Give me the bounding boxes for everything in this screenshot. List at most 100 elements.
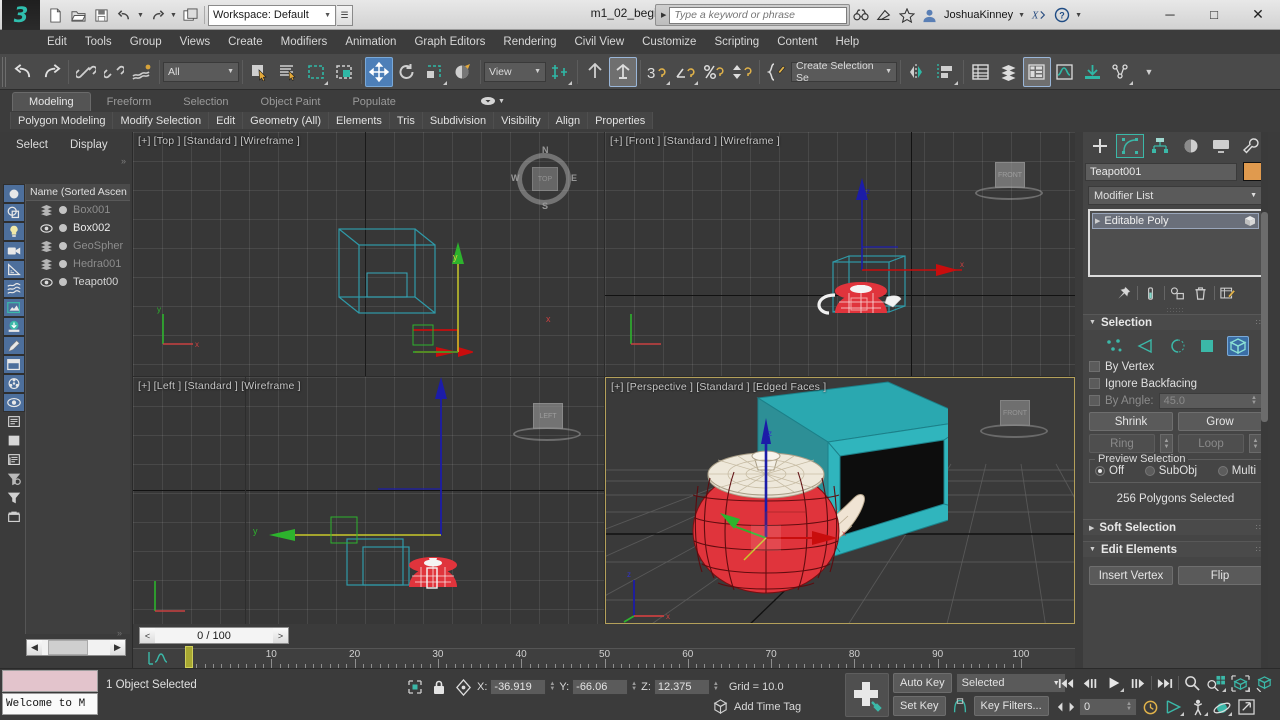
edge-level-button[interactable] xyxy=(1134,336,1156,356)
field-of-view-button[interactable] xyxy=(1163,697,1185,717)
view-navigation-cube-top[interactable]: TOP N S W E xyxy=(511,145,577,211)
redo-button[interactable] xyxy=(146,4,168,26)
ribbon-tab-populate[interactable]: Populate xyxy=(336,93,411,111)
toolbar-overflow-button[interactable]: ▼ xyxy=(1135,57,1163,87)
display-tab[interactable] xyxy=(1207,134,1235,158)
grow-button[interactable]: Grow xyxy=(1178,412,1262,431)
filter-bones-icon[interactable] xyxy=(3,336,25,355)
user-avatar-icon[interactable] xyxy=(919,5,940,26)
rollout-header-soft-selection[interactable]: ▶ Soft Selection :: xyxy=(1083,519,1268,535)
make-unique-icon[interactable] xyxy=(1168,283,1188,303)
spinner-arrows-icon[interactable]: ▲ ▼ xyxy=(713,681,719,692)
workspace-selector[interactable]: Workspace: Default ▼ xyxy=(208,4,336,26)
reference-coordinate-combo[interactable]: View ▼ xyxy=(484,61,546,82)
workspace-menu-button[interactable]: ☰ xyxy=(337,4,353,26)
blank-tool-icon[interactable] xyxy=(3,431,25,450)
menu-item-content[interactable]: Content xyxy=(768,33,826,51)
help-icon[interactable]: ? xyxy=(1051,5,1072,26)
key-step-arrows[interactable] xyxy=(1055,697,1077,717)
layers-icon[interactable] xyxy=(40,258,53,270)
ignore-backfacing-checkbox[interactable] xyxy=(1089,378,1100,389)
shrink-button[interactable]: Shrink xyxy=(1089,412,1173,431)
orbit-button[interactable] xyxy=(1211,697,1233,717)
ribbon-tab-object-paint[interactable]: Object Paint xyxy=(245,93,337,111)
toggle-ribbon-button[interactable] xyxy=(1023,56,1051,87)
menu-item-civil-view[interactable]: Civil View xyxy=(565,33,633,51)
ribbon-tab-selection[interactable]: Selection xyxy=(167,93,244,111)
select-and-rotate-button[interactable] xyxy=(393,57,421,87)
menu-item-scripting[interactable]: Scripting xyxy=(705,33,768,51)
walk-through-button[interactable] xyxy=(1187,697,1209,717)
scene-explorer-overflow-icon[interactable]: » xyxy=(121,156,126,166)
border-level-button[interactable] xyxy=(1165,336,1187,356)
viewport-label-perspective[interactable]: [+] [Perspective ] [Standard ] [Edged Fa… xyxy=(611,381,826,393)
ribbon-panel-polygon-modeling[interactable]: Polygon Modeling xyxy=(10,112,114,129)
help-menu-arrow-icon[interactable]: ▼ xyxy=(1074,4,1083,26)
spinner-arrows-icon[interactable]: ▲ ▼ xyxy=(1126,701,1132,712)
scene-explorer-row-box001[interactable]: Box001 xyxy=(26,201,130,219)
ribbon-panel-geometry-all[interactable]: Geometry (All) xyxy=(243,112,330,129)
play-animation-button[interactable] xyxy=(1103,673,1125,693)
menu-item-graph-editors[interactable]: Graph Editors xyxy=(405,33,494,51)
zoom-extents-button[interactable] xyxy=(1229,673,1251,693)
time-configuration-button[interactable] xyxy=(1139,697,1161,717)
menu-item-edit[interactable]: Edit xyxy=(38,33,76,51)
key-mode-filter-combo[interactable]: Selected ▼ xyxy=(955,673,1066,693)
binoculars-icon[interactable] xyxy=(850,5,871,26)
time-slider-handle[interactable] xyxy=(185,646,193,668)
coordinate-y-input[interactable]: -66.06 xyxy=(572,679,629,695)
search-expand-icon[interactable]: ▶ xyxy=(658,11,669,19)
viewport-label-front[interactable]: [+] [Front ] [Standard ] [Wireframe ] xyxy=(610,135,780,147)
menu-item-animation[interactable]: Animation xyxy=(336,33,405,51)
modifier-list-dropdown[interactable]: Modifier List ▼ xyxy=(1088,186,1263,205)
ribbon-panel-edit[interactable]: Edit xyxy=(209,112,244,129)
redo-dropdown-arrow-icon[interactable]: ▼ xyxy=(169,4,178,26)
ribbon-panel-elements[interactable]: Elements xyxy=(329,112,390,129)
previous-frame-button[interactable]: < xyxy=(140,628,155,643)
angle-snap-toggle-button[interactable] xyxy=(672,57,700,87)
viewport-label-top[interactable]: [+] [Top ] [Standard ] [Wireframe ] xyxy=(138,135,300,147)
object-name-input[interactable] xyxy=(1085,162,1237,181)
zoom-button[interactable] xyxy=(1181,673,1203,693)
save-file-button[interactable] xyxy=(90,4,112,26)
pin-stack-icon[interactable] xyxy=(1114,283,1134,303)
select-by-name-button[interactable] xyxy=(274,57,302,87)
menu-item-customize[interactable]: Customize xyxy=(633,33,705,51)
go-to-end-button[interactable] xyxy=(1154,673,1176,693)
spinner-snap-toggle-button[interactable] xyxy=(728,57,756,87)
move-gizmo-top[interactable] xyxy=(313,240,473,370)
preview-multi-radio[interactable]: Multi xyxy=(1217,465,1256,477)
redo-toolbar-button[interactable] xyxy=(37,57,65,87)
menu-item-views[interactable]: Views xyxy=(171,33,219,51)
filter-xrefs-icon[interactable] xyxy=(3,317,25,336)
insert-vertex-button[interactable]: Insert Vertex xyxy=(1089,566,1173,585)
by-vertex-checkbox-row[interactable]: By Vertex xyxy=(1089,358,1262,375)
create-tab[interactable] xyxy=(1086,134,1114,158)
ribbon-panel-tris[interactable]: Tris xyxy=(389,112,423,129)
display-menu[interactable]: Display xyxy=(70,139,108,151)
scene-explorer-column-header[interactable]: Name (Sorted Ascen xyxy=(26,184,130,201)
filter-cameras-icon[interactable] xyxy=(3,241,25,260)
command-panel-scrollbar[interactable] xyxy=(1261,132,1268,668)
ring-spinner[interactable]: ▲ ▼ xyxy=(1160,434,1173,453)
schematic-view-button[interactable] xyxy=(1079,57,1107,87)
scene-explorer-button[interactable] xyxy=(995,57,1023,87)
viewport-front[interactable]: [+] [Front ] [Standard ] [Wireframe ] FR… xyxy=(605,132,1075,376)
scene-explorer-resize-handle[interactable]: » xyxy=(117,628,122,638)
undo-toolbar-button[interactable] xyxy=(9,57,37,87)
next-frame-button[interactable] xyxy=(1127,673,1149,693)
scene-explorer-row-geospher[interactable]: GeoSpher xyxy=(26,237,130,255)
spinner-arrows-icon[interactable]: ▲ ▼ xyxy=(1251,395,1257,406)
viewport-left[interactable]: [+] [Left ] [Standard ] [Wireframe ] LEF… xyxy=(133,377,604,624)
rollout-header-edit-elements[interactable]: ▼ Edit Elements :: xyxy=(1083,541,1268,557)
viewport-top[interactable]: [+] [Top ] [Standard ] [Wireframe ] TOP … xyxy=(133,132,604,376)
zoom-region-button[interactable] xyxy=(1253,673,1275,693)
maxscript-mini-listener-input[interactable]: Welcome to M xyxy=(2,693,98,715)
open-mini-curve-editor-icon[interactable] xyxy=(147,650,169,666)
scene-explorer-horizontal-scrollbar[interactable]: ◀ ▶ xyxy=(26,639,126,656)
ribbon-panel-subdivision[interactable]: Subdivision xyxy=(422,112,495,129)
add-time-tag-button[interactable]: Add Time Tag xyxy=(713,699,801,714)
minimize-button[interactable]: ─ xyxy=(1148,0,1192,29)
absolute-relative-mode-toggle[interactable] xyxy=(453,677,473,697)
filter-geometry-icon[interactable] xyxy=(3,184,25,203)
